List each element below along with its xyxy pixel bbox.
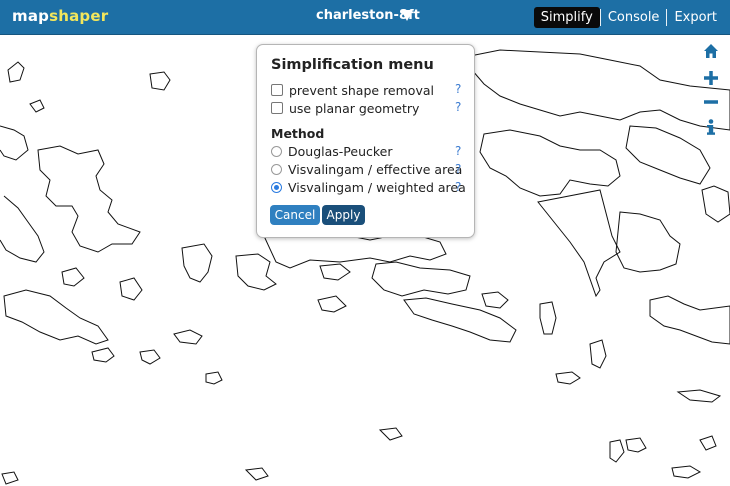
island-shape [317,295,347,313]
console-button[interactable]: Console [601,7,667,28]
zoom-out-icon[interactable] [701,93,721,111]
island-shape [173,329,203,345]
island-shape [625,125,711,185]
island-shape [149,71,171,91]
home-icon[interactable] [701,42,721,60]
visvalingam-weighted-label: Visvalingam / weighted area [288,179,466,195]
export-button[interactable]: Export [667,7,724,28]
island-shape [181,243,213,283]
douglas-peucker-radio[interactable] [271,145,282,157]
main-menu: Simplify Console Export [533,6,724,29]
island-shape [537,189,621,298]
island-shape [244,467,269,481]
island-shape [7,61,25,83]
island-shape [378,427,403,441]
planar-geometry-option[interactable]: use planar geometry [271,100,419,116]
prevent-shape-removal-label: prevent shape removal [289,82,434,98]
method-visvalingam-effective[interactable]: Visvalingam / effective area [271,161,462,177]
help-icon[interactable]: ? [455,180,461,194]
island-shape [319,263,351,281]
island-shape [119,277,143,301]
layer-dropdown-caret-icon[interactable] [401,10,413,21]
island-shape [609,439,625,463]
island-shape [539,301,557,335]
island-shape [649,295,730,345]
visvalingam-effective-radio[interactable] [271,163,282,175]
logo-text-map: map [12,7,50,25]
help-icon[interactable]: ? [455,100,461,114]
island-shape [0,125,29,161]
island-shape [403,297,517,343]
island-shape [0,195,45,263]
cancel-button[interactable]: Cancel [270,205,320,225]
visvalingam-effective-label: Visvalingam / effective area [288,161,463,177]
island-shape [481,291,509,309]
prevent-shape-removal-option[interactable]: prevent shape removal [271,82,434,98]
island-shape [1,471,19,485]
help-icon[interactable]: ? [455,162,461,176]
island-shape [625,437,647,453]
planar-geometry-label: use planar geometry [289,100,420,116]
visvalingam-weighted-radio[interactable] [271,181,282,193]
info-icon[interactable] [701,118,721,136]
logo-text-shaper: shaper [49,7,109,25]
menu-divider [599,9,601,26]
simplification-menu-title: Simplification menu [271,57,434,73]
island-shape [479,129,621,197]
mapshaper-logo: mapshaper [12,7,108,25]
island-shape [555,371,581,385]
island-shape [139,349,161,365]
method-douglas-peucker[interactable]: Douglas-Peucker [271,143,393,159]
menu-divider [666,9,668,26]
method-visvalingam-weighted[interactable]: Visvalingam / weighted area [271,179,466,195]
island-shape [91,347,115,363]
island-shape [235,253,277,291]
island-shape [205,371,223,385]
zoom-in-icon[interactable] [701,69,721,87]
island-shape [671,465,702,479]
island-shape [615,211,681,273]
island-shape [61,267,85,287]
help-icon[interactable]: ? [455,82,461,96]
method-heading: Method [271,126,325,141]
prevent-shape-removal-checkbox[interactable] [271,84,283,96]
island-shape [676,389,722,403]
simplify-button[interactable]: Simplify [533,7,600,28]
douglas-peucker-label: Douglas-Peucker [288,143,393,159]
top-bar: mapshaper charleston-8ft Simplify Consol… [0,0,730,35]
apply-button[interactable]: Apply [322,205,365,225]
island-shape [701,185,730,223]
island-shape [3,289,109,345]
island-shape [699,435,717,451]
island-shape [37,145,141,253]
island-shape [589,339,607,369]
planar-geometry-checkbox[interactable] [271,102,283,114]
simplification-menu: Simplification menu prevent shape remova… [256,44,475,238]
island-shape [371,261,471,297]
island-shape [469,49,730,131]
island-shape [29,99,45,113]
help-icon[interactable]: ? [455,144,461,158]
